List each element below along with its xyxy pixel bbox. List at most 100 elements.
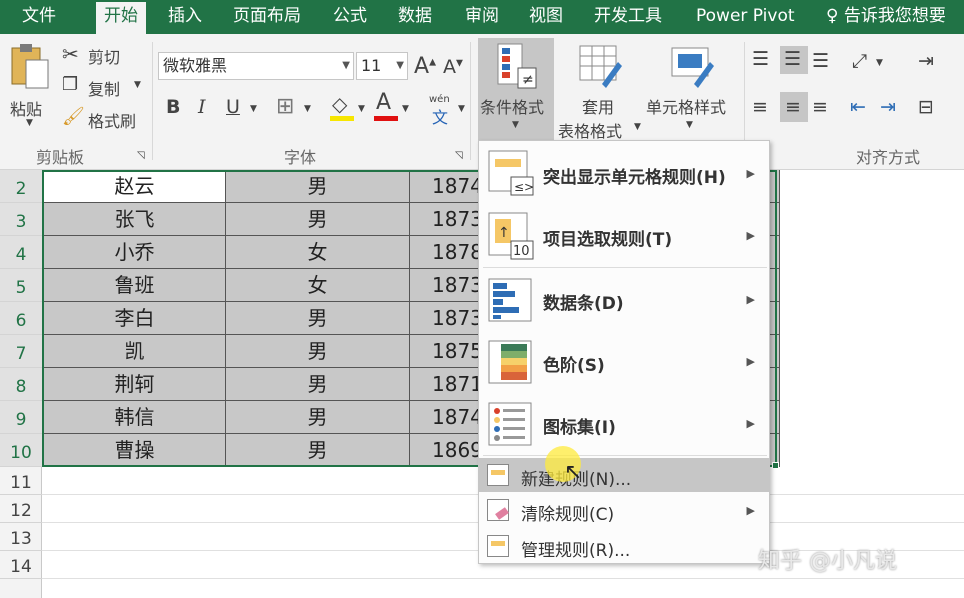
copy-icon: ❐: [62, 74, 79, 95]
grow-font-icon[interactable]: A▲: [414, 54, 436, 79]
top10-icon-text: 10: [513, 244, 530, 259]
row-header[interactable]: 10: [0, 434, 42, 467]
align-middle-button[interactable]: ☰: [780, 46, 808, 74]
tab-power-pivot[interactable]: Power Pivot: [696, 0, 795, 34]
menu-item-manage-rules[interactable]: 管理规则(R)...: [479, 529, 769, 563]
clipboard-launcher-icon[interactable]: ◹: [137, 150, 145, 161]
scissors-icon: ✂: [62, 42, 79, 66]
align-left-icon[interactable]: ≡: [752, 96, 768, 118]
copy-button[interactable]: ❐ 复制 ▼: [62, 74, 152, 100]
icon-sets-icon: [488, 402, 532, 446]
menu-label-highlight: 突出显示单元格规则(H): [543, 168, 726, 188]
fill-dropdown-icon[interactable]: ▼: [358, 104, 365, 114]
conditional-format-button[interactable]: ≠ 条件格式 ▼: [478, 38, 554, 142]
paste-button[interactable]: 粘贴 ▼: [8, 42, 56, 132]
ribbon-tab-bar: 文件 开始 插入 页面布局 公式 数据 审阅 视图 开发工具 Power Piv…: [0, 0, 964, 34]
italic-button[interactable]: I: [198, 96, 206, 118]
row-header[interactable]: 7: [0, 335, 42, 368]
row-header[interactable]: 2: [0, 170, 42, 203]
borders-icon[interactable]: ⊞: [276, 94, 294, 119]
fill-color-button[interactable]: ◇: [328, 92, 356, 122]
tab-view[interactable]: 视图: [529, 0, 563, 34]
underline-button[interactable]: U: [226, 96, 240, 118]
fill-handle[interactable]: [772, 462, 779, 469]
phonetic-dropdown-icon[interactable]: ▼: [458, 104, 465, 114]
font-launcher-icon[interactable]: ◹: [455, 150, 463, 161]
menu-item-icon-sets[interactable]: 图标集(I) ▶: [479, 393, 769, 455]
orientation-icon[interactable]: ⤢: [852, 50, 867, 72]
tab-file[interactable]: 文件: [22, 0, 56, 34]
borders-dropdown-icon[interactable]: ▼: [304, 104, 311, 114]
menu-item-color-scales[interactable]: 色阶(S) ▶: [479, 331, 769, 393]
tab-review[interactable]: 审阅: [465, 0, 499, 34]
phonetic-button[interactable]: wén 文: [426, 94, 456, 127]
row-header[interactable]: 3: [0, 203, 42, 236]
copy-dropdown-icon[interactable]: ▼: [134, 80, 141, 90]
row-header[interactable]: 11: [0, 467, 42, 495]
format-as-table-button[interactable]: 套用 表格格式 ▼: [556, 38, 641, 142]
wrap-text-icon[interactable]: ⇥: [918, 50, 934, 72]
row-header[interactable]: 8: [0, 368, 42, 401]
menu-item-clear-rules[interactable]: 清除规则(C) ▶: [479, 493, 769, 527]
orientation-dropdown-icon[interactable]: ▼: [876, 58, 883, 68]
menu-item-data-bars[interactable]: 数据条(D) ▶: [479, 269, 769, 331]
chevron-down-icon: ▼: [634, 122, 641, 132]
underline-dropdown-icon[interactable]: ▼: [250, 104, 257, 114]
cell-styles-label: 单元格样式: [646, 98, 727, 117]
row-header[interactable]: 13: [0, 523, 42, 551]
tab-page-layout[interactable]: 页面布局: [233, 0, 301, 34]
tell-me-search[interactable]: ♀ 告诉我您想要: [826, 0, 946, 34]
table-format-icon: [579, 45, 622, 88]
cell-styles-icon: [671, 47, 714, 88]
brush-icon: 🖌: [62, 106, 85, 127]
tab-insert[interactable]: 插入: [168, 0, 202, 34]
tab-home[interactable]: 开始: [96, 2, 146, 34]
clipboard-group-label: 剪贴板: [36, 148, 85, 167]
row-header[interactable]: 4: [0, 236, 42, 269]
shrink-font-icon[interactable]: A▼: [443, 56, 463, 78]
chevron-down-icon: ▼: [686, 120, 693, 130]
cell-styles-button[interactable]: 单元格样式 ▼: [644, 38, 740, 142]
merge-center-icon[interactable]: ⊟: [918, 96, 934, 118]
font-group-label: 字体: [284, 148, 317, 167]
chevron-down-icon: ▼: [396, 60, 404, 71]
row-header[interactable]: 12: [0, 495, 42, 523]
paste-dropdown-icon[interactable]: ▼: [26, 118, 33, 128]
font-color-button[interactable]: A: [372, 90, 400, 122]
format-painter-button[interactable]: 🖌 格式刷: [62, 106, 152, 132]
clear-rules-icon: [487, 499, 509, 521]
decrease-indent-icon[interactable]: ⇤: [850, 96, 866, 118]
row-header[interactable]: 14: [0, 551, 42, 579]
font-color-dropdown-icon[interactable]: ▼: [402, 104, 409, 114]
tab-formulas[interactable]: 公式: [333, 0, 367, 34]
cut-label: 剪切: [88, 48, 121, 67]
cut-button[interactable]: ✂ 剪切: [62, 42, 142, 68]
row-header[interactable]: 9: [0, 401, 42, 434]
align-right-icon[interactable]: ≡: [812, 96, 828, 118]
bold-button[interactable]: B: [166, 96, 180, 118]
tab-data[interactable]: 数据: [398, 0, 432, 34]
menu-label-top-bottom: 项目选取规则(T): [543, 230, 673, 250]
paste-label: 粘贴: [10, 100, 43, 119]
tab-developer[interactable]: 开发工具: [594, 0, 662, 34]
row-header[interactable]: 5: [0, 269, 42, 302]
font-name-select[interactable]: 微软雅黑 ▼: [158, 52, 354, 80]
conditional-format-menu: ≤> 突出显示单元格规则(H) ▶ ↑ 10 项目选取规则(T) ▶ 数据条(D…: [478, 140, 770, 564]
color-scales-icon: [488, 340, 532, 384]
font-size-select[interactable]: 11 ▼: [356, 52, 408, 80]
svg-text:↑: ↑: [498, 225, 510, 241]
menu-label-manage-rules: 管理规则(R)...: [521, 541, 631, 561]
chevron-right-icon: ▶: [746, 229, 755, 242]
align-top-icon[interactable]: ☰: [752, 48, 769, 70]
divider: [470, 42, 471, 160]
increase-indent-icon[interactable]: ⇥: [880, 96, 896, 118]
format-as-table-label-2: 表格格式: [558, 122, 623, 141]
menu-item-highlight-rules[interactable]: ≤> 突出显示单元格规则(H) ▶: [479, 141, 769, 205]
row-header[interactable]: 6: [0, 302, 42, 335]
manage-rules-icon: [487, 535, 509, 557]
align-center-button[interactable]: ≡: [780, 92, 808, 122]
menu-item-top-bottom-rules[interactable]: ↑ 10 项目选取规则(T) ▶: [479, 205, 769, 265]
chevron-right-icon: ▶: [746, 293, 755, 306]
align-bottom-icon[interactable]: ☰: [812, 50, 829, 72]
menu-item-new-rule[interactable]: 新建规则(N)...: [479, 458, 769, 492]
